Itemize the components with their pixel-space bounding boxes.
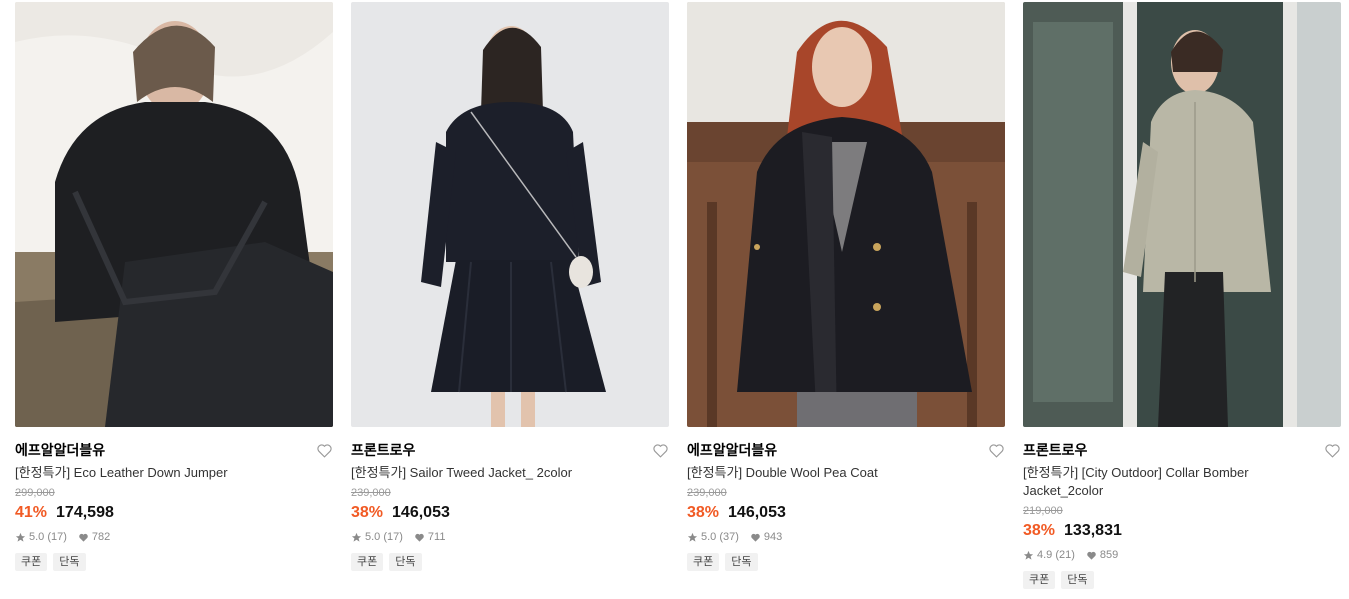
likes-count: 943 bbox=[763, 531, 783, 543]
original-price: 299,000 bbox=[15, 487, 55, 499]
star-icon bbox=[351, 532, 362, 542]
sale-price: 174,598 bbox=[56, 504, 114, 521]
likes-count: 859 bbox=[1099, 549, 1119, 561]
original-price: 239,000 bbox=[687, 487, 727, 499]
heart-icon[interactable] bbox=[988, 442, 1005, 459]
rating-text: 5.0 (17) bbox=[29, 531, 67, 543]
likes-count: 711 bbox=[427, 531, 446, 543]
product-card[interactable]: 에프알알더블유 [한정특가] Eco Leather Down Jumper 2… bbox=[15, 2, 333, 571]
heart-icon[interactable] bbox=[316, 442, 333, 459]
discount-rate: 38% bbox=[351, 504, 384, 521]
product-meta: 5.0 (37) 943 bbox=[687, 531, 1005, 543]
rating-text: 4.9 (21) bbox=[1037, 549, 1075, 561]
heart-filled-icon bbox=[79, 533, 88, 542]
coupon-tag: 쿠폰 bbox=[15, 553, 48, 571]
puffer-jacket-photo bbox=[15, 2, 333, 427]
sale-price: 133,831 bbox=[1064, 522, 1122, 539]
brand-name[interactable]: 프론트로우 bbox=[351, 440, 415, 460]
product-photo[interactable] bbox=[687, 2, 1005, 427]
star-icon bbox=[15, 532, 26, 542]
heart-filled-icon bbox=[415, 533, 424, 542]
heart-icon[interactable] bbox=[1324, 442, 1341, 459]
heart-filled-icon bbox=[751, 533, 760, 542]
original-price: 239,000 bbox=[351, 487, 391, 499]
star-icon bbox=[687, 532, 698, 542]
sale-price: 146,053 bbox=[728, 504, 786, 521]
brand-name[interactable]: 에프알알더블유 bbox=[687, 440, 777, 460]
brand-name[interactable]: 에프알알더블유 bbox=[15, 440, 105, 460]
product-grid: 에프알알더블유 [한정특가] Eco Leather Down Jumper 2… bbox=[0, 0, 1349, 599]
tag-list: 쿠폰 단독 bbox=[15, 553, 333, 571]
coupon-tag: 쿠폰 bbox=[351, 553, 384, 571]
product-name[interactable]: [한정특가] Double Wool Pea Coat bbox=[687, 464, 957, 482]
product-name[interactable]: [한정특가] [City Outdoor] Collar Bomber Jack… bbox=[1023, 464, 1293, 500]
heart-filled-icon bbox=[1087, 551, 1096, 560]
tweed-jacket-photo bbox=[351, 2, 669, 427]
coupon-tag: 쿠폰 bbox=[687, 553, 720, 571]
exclusive-tag: 단독 bbox=[53, 553, 86, 571]
product-meta: 5.0 (17) 782 bbox=[15, 531, 333, 543]
heart-icon[interactable] bbox=[652, 442, 669, 459]
product-meta: 5.0 (17) 711 bbox=[351, 531, 669, 543]
product-photo[interactable] bbox=[351, 2, 669, 427]
bomber-jacket-photo bbox=[1023, 2, 1341, 427]
product-meta: 4.9 (21) 859 bbox=[1023, 549, 1341, 561]
tag-list: 쿠폰 단독 bbox=[687, 553, 1005, 571]
product-name[interactable]: [한정특가] Sailor Tweed Jacket_ 2color bbox=[351, 464, 621, 482]
original-price: 219,000 bbox=[1023, 505, 1063, 517]
star-icon bbox=[1023, 550, 1034, 560]
exclusive-tag: 단독 bbox=[1061, 571, 1094, 589]
exclusive-tag: 단독 bbox=[389, 553, 422, 571]
product-photo[interactable] bbox=[1023, 2, 1341, 427]
sale-price: 146,053 bbox=[392, 504, 450, 521]
product-card[interactable]: 프론트로우 [한정특가] Sailor Tweed Jacket_ 2color… bbox=[351, 2, 669, 571]
brand-name[interactable]: 프론트로우 bbox=[1023, 440, 1087, 460]
product-card[interactable]: 에프알알더블유 [한정특가] Double Wool Pea Coat 239,… bbox=[687, 2, 1005, 571]
pea-coat-photo bbox=[687, 2, 1005, 427]
rating-text: 5.0 (37) bbox=[701, 531, 739, 543]
coupon-tag: 쿠폰 bbox=[1023, 571, 1056, 589]
discount-rate: 38% bbox=[1023, 522, 1056, 539]
discount-rate: 38% bbox=[687, 504, 720, 521]
tag-list: 쿠폰 단독 bbox=[351, 553, 669, 571]
product-photo[interactable] bbox=[15, 2, 333, 427]
tag-list: 쿠폰 단독 bbox=[1023, 571, 1341, 589]
discount-rate: 41% bbox=[15, 504, 48, 521]
exclusive-tag: 단독 bbox=[725, 553, 758, 571]
product-card[interactable]: 프론트로우 [한정특가] [City Outdoor] Collar Bombe… bbox=[1023, 2, 1341, 589]
product-name[interactable]: [한정특가] Eco Leather Down Jumper bbox=[15, 464, 285, 482]
likes-count: 782 bbox=[91, 531, 111, 543]
rating-text: 5.0 (17) bbox=[365, 531, 403, 543]
